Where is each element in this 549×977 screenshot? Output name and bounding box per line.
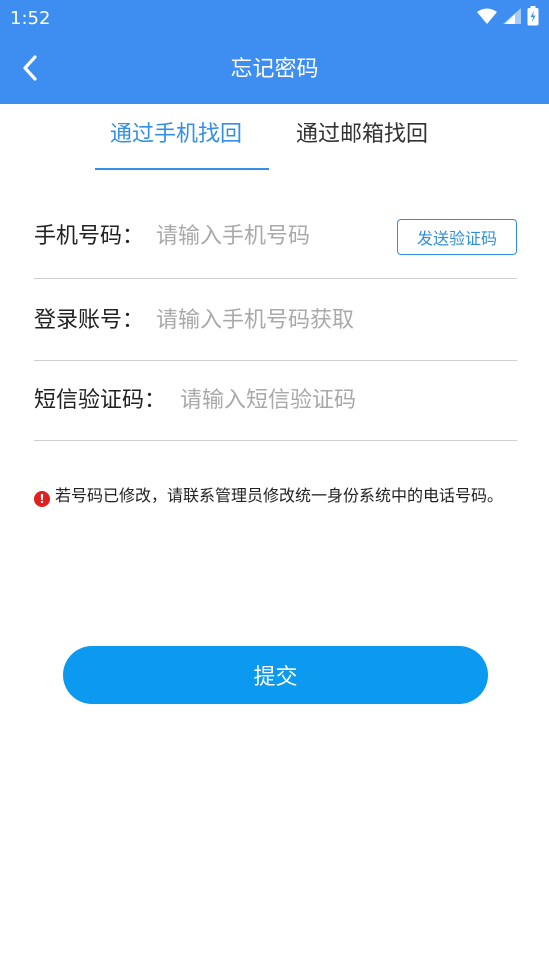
status-time: 1:52 [10,8,51,29]
wifi-icon [477,8,497,28]
phone-change-notice: ! 若号码已修改，请联系管理员修改统一身份系统中的电话号码。 [34,483,518,509]
alert-icon: ! [34,491,50,507]
sms-code-input[interactable] [180,386,500,416]
tab-email-recovery[interactable]: 通过邮箱找回 [296,120,428,150]
phone-divider [34,278,517,279]
status-icons [477,6,539,30]
tab-phone-recovery[interactable]: 通过手机找回 [110,120,242,150]
account-label: 登录账号： [34,308,145,333]
app-header: 1:52 忘记密码 [0,0,549,104]
account-input[interactable] [156,306,506,336]
forgot-password-screen: 1:52 忘记密码 通过手机找回 通过邮箱找回 手机号码： 发送验证码 [0,0,549,977]
phone-label: 手机号码： [34,224,145,249]
send-code-button[interactable]: 发送验证码 [397,219,517,255]
account-divider [34,360,517,361]
notice-text: 若号码已修改，请联系管理员修改统一身份系统中的电话号码。 [55,486,504,505]
account-row: 登录账号： [34,303,517,361]
page-title: 忘记密码 [230,57,319,82]
recovery-tabs: 通过手机找回 通过邮箱找回 [0,104,549,170]
signal-icon [503,8,521,28]
sms-code-row: 短信验证码： [34,383,517,441]
submit-button[interactable]: 提交 [63,646,488,704]
phone-input[interactable] [156,222,386,252]
sms-code-divider [34,440,517,441]
sms-code-label: 短信验证码： [34,388,167,413]
battery-charging-icon [527,6,539,30]
phone-row: 手机号码： 发送验证码 [34,219,517,279]
active-tab-indicator [95,168,269,170]
